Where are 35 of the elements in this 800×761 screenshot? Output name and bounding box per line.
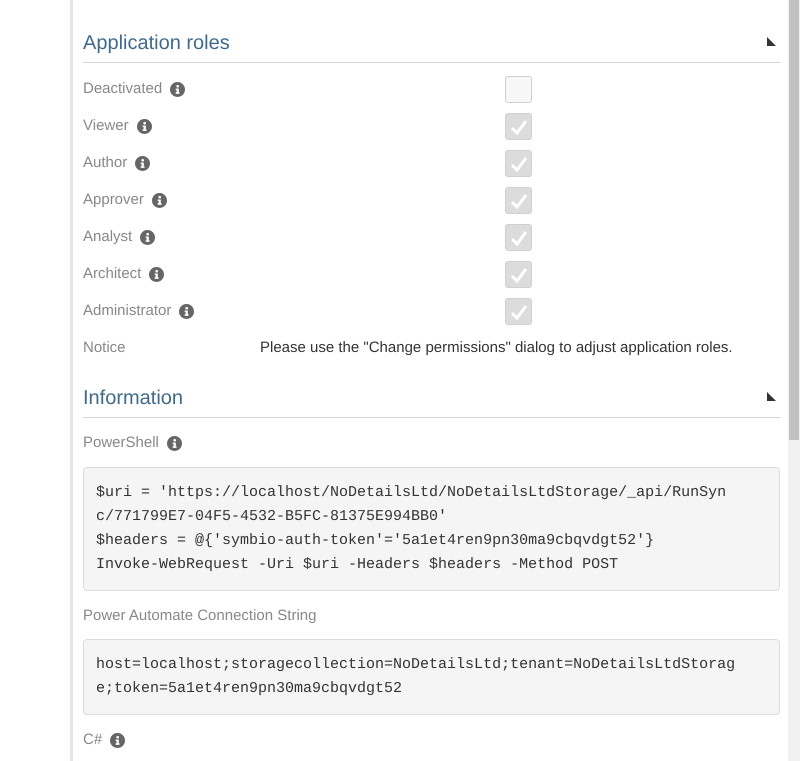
notice-text: Please use the "Change permissions" dialog to adjust application roles. bbox=[260, 338, 733, 358]
info-icon bbox=[110, 732, 126, 748]
check-icon bbox=[510, 156, 528, 172]
field-label: Power Automate Connection String bbox=[83, 606, 316, 626]
field-label: C# bbox=[83, 730, 102, 750]
role-label: Administrator bbox=[83, 301, 172, 322]
code-block: host=localhost;storagecollection=NoDetailsLtd;tenant=NoDetailsLtdStorag e;token=5a1et4ren9pn30ma9cbqvdgt52 bbox=[83, 639, 780, 715]
collapse-icon[interactable] bbox=[767, 37, 776, 46]
check-icon bbox=[510, 118, 528, 134]
notice-label: Notice bbox=[83, 338, 127, 358]
section-title: Application roles bbox=[83, 31, 230, 56]
field-label: PowerShell bbox=[83, 433, 159, 453]
role-label: Deactivated bbox=[83, 79, 162, 100]
info-icon bbox=[136, 119, 152, 134]
info-icon bbox=[140, 230, 156, 245]
role-checkbox[interactable] bbox=[505, 76, 532, 103]
role-label: Author bbox=[83, 153, 128, 174]
check-icon bbox=[510, 192, 528, 208]
scrollbar[interactable] bbox=[788, 0, 800, 761]
info-icon bbox=[179, 304, 194, 319]
code-block: $uri = 'https://localhost/NoDetailsLtd/NoDetailsLtdStorage/_api/RunSyn c/771799E7-04F5-4532-B5FC-81375E994BB0' $headers = @{'symbio-auth-token'='5a1et4ren9pn30ma9cbqvdgt52'} Invoke-WebRequest -Uri $uri -Headers $headers -Method POST bbox=[83, 466, 780, 590]
role-label: Architect bbox=[83, 264, 142, 284]
role-label: Approver bbox=[83, 190, 144, 210]
check-icon bbox=[510, 304, 528, 320]
info-icon bbox=[166, 436, 182, 451]
collapse-icon[interactable] bbox=[767, 392, 776, 401]
section-title: Information bbox=[83, 386, 184, 411]
info-icon bbox=[135, 156, 150, 171]
check-icon bbox=[510, 266, 528, 282]
info-icon bbox=[149, 267, 164, 282]
info-icon bbox=[170, 82, 186, 97]
role-label: Analyst bbox=[83, 227, 132, 248]
role-label: Viewer bbox=[83, 116, 129, 136]
check-icon bbox=[510, 230, 528, 246]
info-icon bbox=[152, 193, 167, 208]
